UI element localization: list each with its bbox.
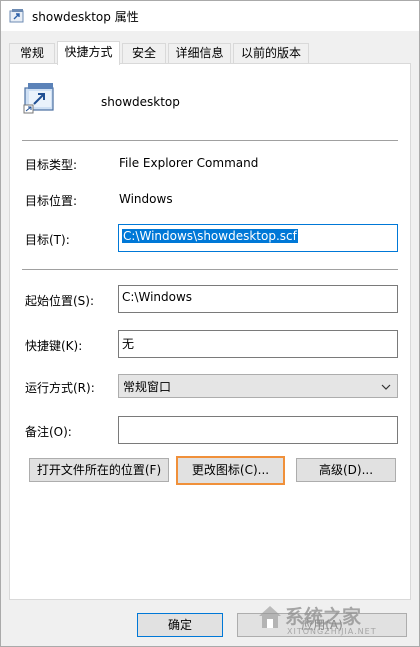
advanced-button[interactable]: 高级(D)... <box>296 458 396 482</box>
properties-dialog: showdesktop 属性 常规 快捷方式 安全 详细信息 以前的版本 sho… <box>0 0 420 647</box>
hotkey-label: 快捷键(K): <box>25 339 83 353</box>
open-file-location-button[interactable]: 打开文件所在的位置(F) <box>29 458 169 482</box>
chevron-down-icon <box>381 381 391 391</box>
hotkey-input[interactable]: 无 <box>118 330 398 358</box>
watermark-brand: 系统之家 <box>285 606 362 628</box>
start-in-label: 起始位置(S): <box>25 294 95 308</box>
change-icon-button[interactable]: 更改图标(C)... <box>176 456 285 485</box>
target-type-label: 目标类型: <box>25 158 78 172</box>
separator <box>22 140 398 141</box>
tab-security[interactable]: 安全 <box>122 43 166 63</box>
run-select[interactable]: 常规窗口 <box>118 374 398 398</box>
target-location-label: 目标位置: <box>25 194 78 208</box>
target-input[interactable]: C:\Windows\showdesktop.scf <box>118 224 398 252</box>
watermark-url: XITONGZHIJIA.NET <box>287 627 377 636</box>
watermark: 系统之家 XITONGZHIJIA.NET <box>257 602 415 642</box>
target-location-value: Windows <box>119 192 173 206</box>
window-title: showdesktop 属性 <box>32 10 139 24</box>
shortcut-panel: showdesktop 目标类型: File Explorer Command … <box>9 63 411 600</box>
run-label: 运行方式(R): <box>25 381 95 395</box>
run-value: 常规窗口 <box>123 380 172 394</box>
tab-strip: 常规 快捷方式 安全 详细信息 以前的版本 <box>9 41 411 65</box>
shortcut-file-icon <box>9 8 25 24</box>
target-label: 目标(T): <box>25 233 70 247</box>
target-type-value: File Explorer Command <box>119 156 259 170</box>
tab-shortcut[interactable]: 快捷方式 <box>57 41 120 65</box>
showdesktop-icon <box>23 80 57 114</box>
watermark-logo <box>257 604 283 633</box>
comment-input[interactable] <box>118 416 398 444</box>
shortcut-name: showdesktop <box>101 95 180 109</box>
tab-previous-versions[interactable]: 以前的版本 <box>233 43 309 63</box>
title-bar: showdesktop 属性 <box>1 1 419 31</box>
ok-button[interactable]: 确定 <box>137 613 223 637</box>
target-value: C:\Windows\showdesktop.scf <box>122 229 298 243</box>
comment-label: 备注(O): <box>25 425 72 439</box>
start-in-input[interactable]: C:\Windows <box>118 285 398 313</box>
separator <box>22 269 398 270</box>
tab-general[interactable]: 常规 <box>9 43 55 63</box>
tab-details[interactable]: 详细信息 <box>168 43 231 63</box>
